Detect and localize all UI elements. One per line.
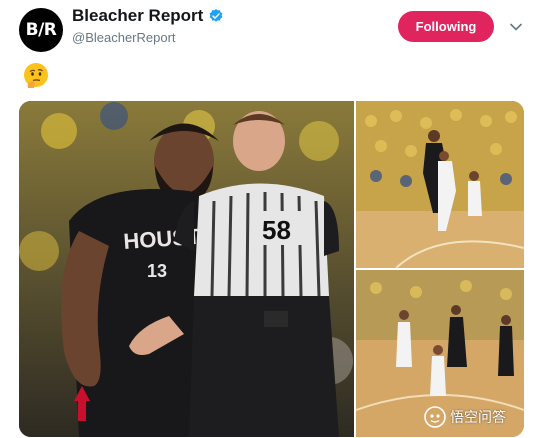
watermark-text: 悟空问答 — [450, 410, 506, 426]
media-photo-top-right[interactable] — [356, 101, 524, 268]
account-name-text: Bleacher Report — [72, 6, 204, 25]
referee-number: 58 — [262, 215, 291, 245]
account-avatar[interactable]: B/R — [19, 8, 63, 52]
thinking-face-icon — [24, 63, 48, 88]
jersey-number: 13 — [147, 261, 167, 281]
watermark: 悟空问答 — [424, 406, 506, 428]
verified-badge-icon — [209, 9, 223, 22]
account-handle[interactable]: @BleacherReport — [72, 30, 176, 45]
chevron-down-icon[interactable] — [509, 20, 523, 34]
tweet-media[interactable]: HOUSTON 13 58 — [19, 101, 524, 437]
wukong-logo-icon — [424, 406, 446, 428]
media-photo-main[interactable]: HOUSTON 13 58 — [19, 101, 354, 437]
account-name[interactable]: Bleacher Report — [72, 6, 224, 26]
game-action-photo-1 — [356, 101, 524, 268]
following-button[interactable]: Following — [398, 11, 494, 42]
main-photo-illustration: HOUSTON 13 58 — [19, 101, 354, 437]
